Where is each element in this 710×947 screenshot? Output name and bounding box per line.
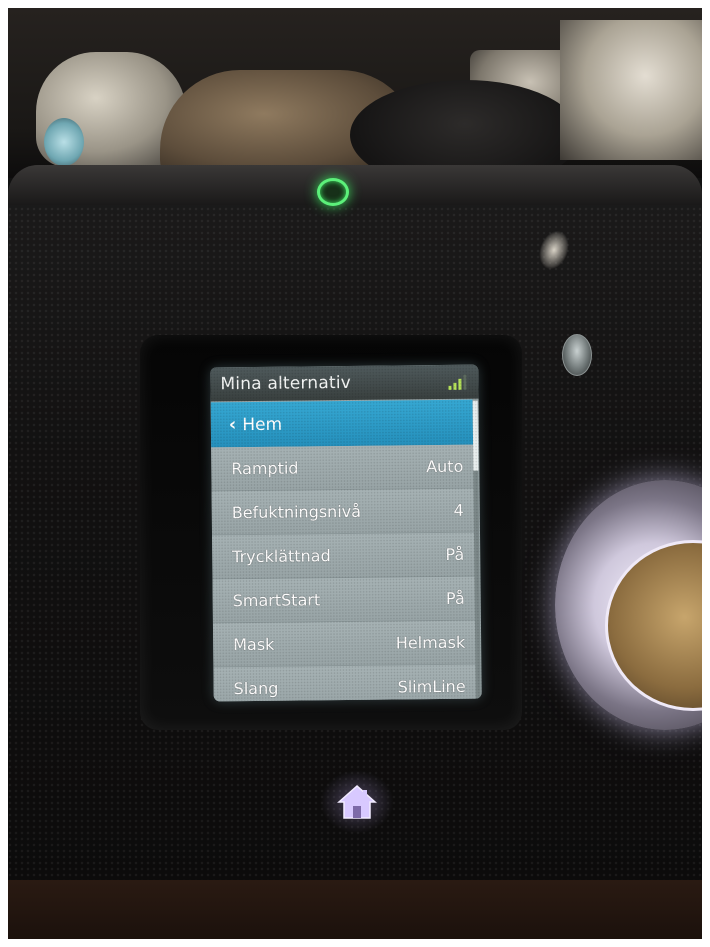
table-surface xyxy=(8,880,702,940)
chevron-left-icon: ‹ xyxy=(228,414,237,436)
item-label: Slang xyxy=(233,678,279,699)
power-indicator-icon xyxy=(317,178,349,206)
item-value: Auto xyxy=(426,456,464,477)
background-object xyxy=(560,20,702,160)
item-label: Mask xyxy=(233,634,275,655)
item-label: SmartStart xyxy=(232,590,321,611)
back-label: Hem xyxy=(242,414,283,435)
screen-header: Mina alternativ xyxy=(210,364,479,402)
background-object xyxy=(44,118,84,166)
item-value: 4 xyxy=(453,500,464,520)
settings-list: Ramptid Auto Befuktningsnivå 4 Trycklätt… xyxy=(211,444,476,702)
item-value: På xyxy=(445,544,465,564)
menu-item-ramptid[interactable]: Ramptid Auto xyxy=(211,444,474,492)
signal-strength-icon xyxy=(448,374,468,390)
item-label: Befuktningsnivå xyxy=(231,501,362,523)
item-value: SlimLine xyxy=(397,676,466,697)
back-home-menu-item[interactable]: ‹ Hem xyxy=(210,399,474,448)
home-button[interactable] xyxy=(335,780,379,824)
menu-item-slang[interactable]: Slang SlimLine xyxy=(213,664,476,702)
home-icon xyxy=(337,784,377,819)
photo-scene: Mina alternativ ‹ Hem Ramptid Auto Befuk… xyxy=(0,0,710,947)
item-value: Helmask xyxy=(395,632,466,653)
screen-title: Mina alternativ xyxy=(220,372,352,395)
menu-item-befuktningsniva[interactable]: Befuktningsnivå 4 xyxy=(211,488,475,536)
item-label: Trycklättnad xyxy=(232,546,331,567)
scrollbar-thumb[interactable] xyxy=(472,400,479,471)
menu-item-trycklattnad[interactable]: Trycklättnad På xyxy=(212,532,475,580)
menu-item-smartstart[interactable]: SmartStart På xyxy=(212,576,475,624)
device-top-edge xyxy=(8,165,702,205)
menu-item-mask[interactable]: Mask Helmask xyxy=(212,620,476,668)
device-screen: Mina alternativ ‹ Hem Ramptid Auto Befuk… xyxy=(210,364,482,702)
light-sensor xyxy=(562,334,592,376)
item-value: På xyxy=(445,588,465,608)
item-label: Ramptid xyxy=(231,458,299,479)
